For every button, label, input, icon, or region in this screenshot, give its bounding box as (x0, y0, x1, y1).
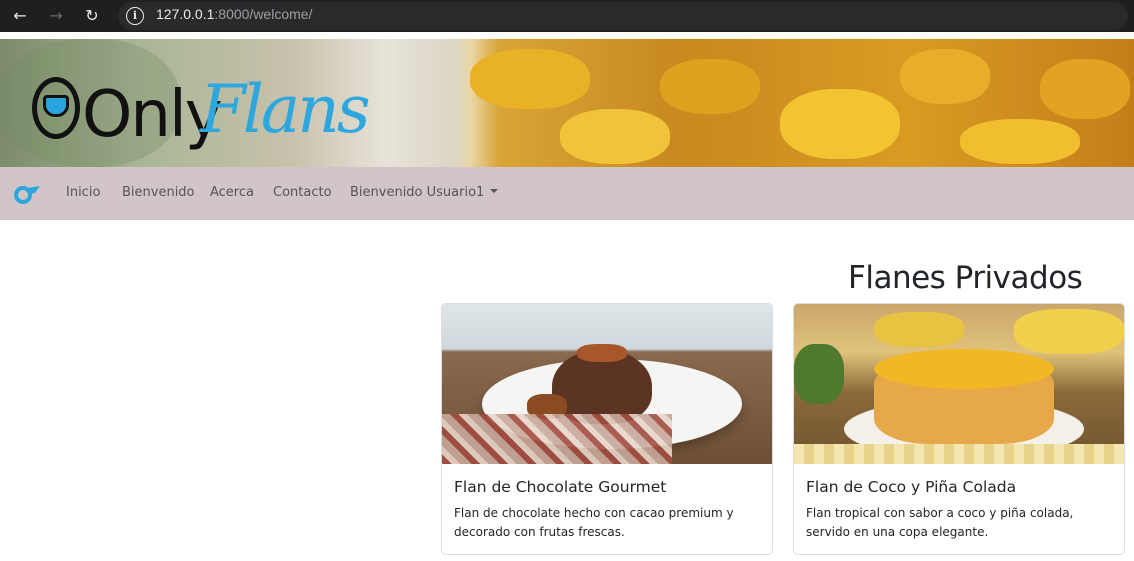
nav-link-inicio[interactable]: Inicio (66, 185, 100, 200)
card-text: Flan tropical con sabor a coco y piña co… (806, 506, 1074, 539)
user-dropdown-toggle[interactable]: Bienvenido Usuario1 (350, 185, 499, 200)
flan-card[interactable]: Flan de Chocolate Gourmet Flan de chocol… (441, 303, 773, 555)
back-arrow-icon[interactable]: ← (10, 6, 30, 26)
nav-link-acerca[interactable]: Acerca (210, 185, 254, 200)
flan-card[interactable]: Flan de Coco y Piña Colada Flan tropical… (793, 303, 1125, 555)
card-text: Flan de chocolate hecho con cacao premiu… (454, 506, 734, 539)
coconut-pina-flan-image (794, 304, 1124, 464)
card-title: Flan de Chocolate Gourmet (454, 478, 667, 496)
site-info-icon[interactable]: i (126, 7, 144, 25)
page-title: Flanes Privados (848, 260, 1083, 296)
nav-link-contacto[interactable]: Contacto (273, 185, 332, 200)
logo-text-flans: Flans (200, 71, 371, 148)
banner-photo-decor (470, 49, 590, 109)
logo-cup-icon (43, 95, 69, 117)
url-text[interactable]: 127.0.0.1:8000/welcome/ (156, 6, 312, 22)
chocolate-flan-image (442, 304, 772, 464)
url-path: :8000/welcome/ (214, 6, 313, 22)
user-dropdown-label: Bienvenido Usuario1 (350, 185, 485, 200)
main-navbar: Inicio Bienvenido Acerca Contacto Bienve… (0, 167, 1134, 220)
caret-down-icon (490, 189, 499, 193)
reload-icon[interactable]: ↻ (82, 6, 102, 26)
forward-arrow-icon[interactable]: → (46, 6, 66, 26)
header-banner: Only Flans (0, 39, 1134, 167)
nav-link-bienvenido[interactable]: Bienvenido (122, 185, 195, 200)
browser-toolbar: ← → ↻ i 127.0.0.1:8000/welcome/ (0, 0, 1134, 32)
brand-logo-icon[interactable] (13, 184, 41, 204)
url-host: 127.0.0.1 (156, 6, 215, 22)
card-title: Flan de Coco y Piña Colada (806, 478, 1017, 496)
